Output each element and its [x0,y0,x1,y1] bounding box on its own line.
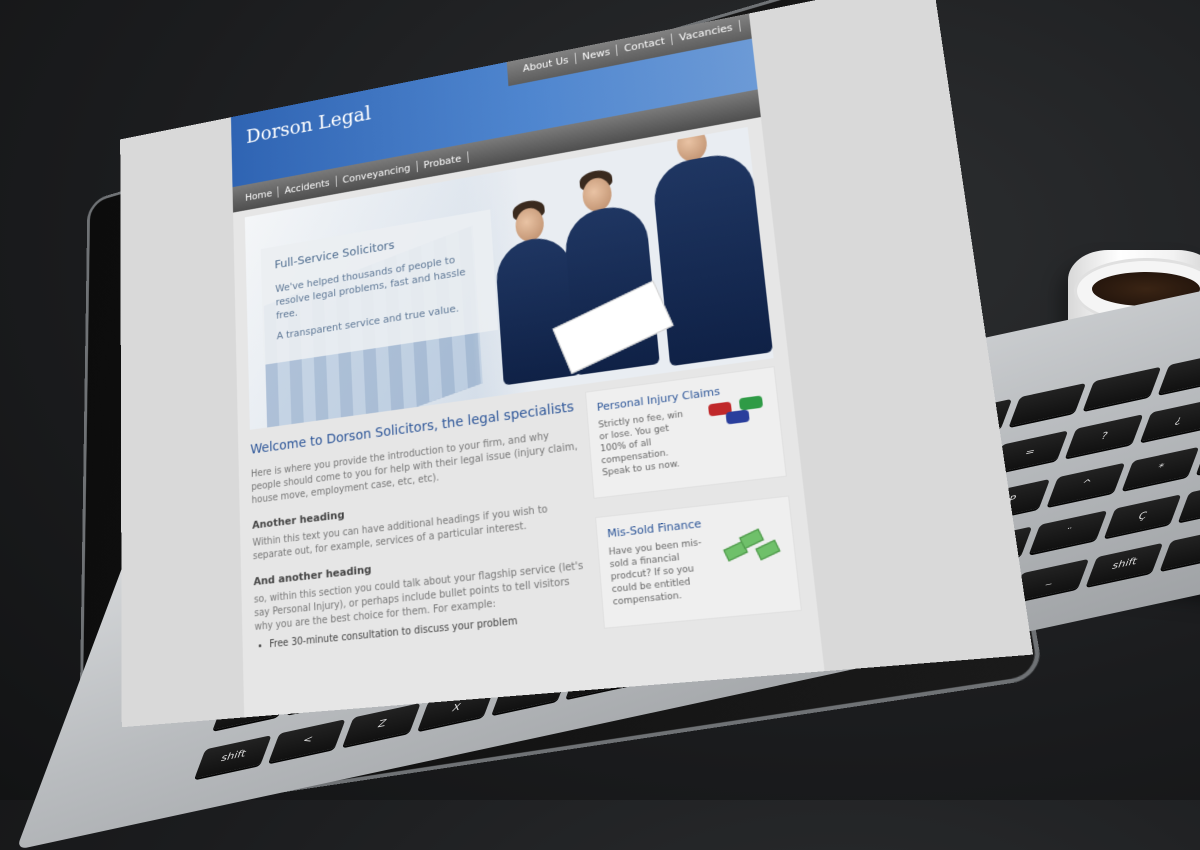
nav-about-us[interactable]: About Us [515,52,577,76]
keyboard-key[interactable]: * [1121,446,1200,491]
toy-cars-icon [703,393,769,437]
personal-injury-text: Strictly no fee, win or lose. You get 10… [598,409,684,479]
keyboard-key[interactable] [1083,366,1161,411]
keyboard-key[interactable]: shift [194,734,272,779]
business-people-photo [462,126,774,399]
money-icon [716,523,784,568]
keyboard-key[interactable]: ¨ [1029,510,1107,554]
keyboard-key[interactable]: ^ [1047,462,1125,507]
keyboard-key[interactable]: Z [343,702,421,747]
keyboard-key[interactable]: < [268,718,347,763]
nav-home[interactable]: Home [239,185,279,205]
laptop-screen: Dorson Legal About Us News Contact Vacan… [120,0,1034,728]
nav-contact[interactable]: Contact [616,32,673,56]
nav-accidents[interactable]: Accidents [278,175,337,197]
keyboard-key[interactable]: Ç [1103,494,1182,538]
personal-injury-box[interactable]: Personal Injury Claims Strictly no fee, … [584,366,787,499]
keyboard-key[interactable] [1177,478,1200,522]
top-nav: About Us News Contact Vacancies [506,8,752,87]
keyboard-key[interactable]: ? [1065,414,1143,459]
webpage: Dorson Legal About Us News Contact Vacan… [230,8,829,728]
nav-news[interactable]: News [575,43,618,64]
mis-sold-finance-text: Have you been mis-sold a financial prodc… [608,537,702,608]
mis-sold-finance-box[interactable]: Mis-Sold Finance Have you been mis-sold … [594,495,803,629]
site-logo[interactable]: Dorson Legal [246,103,372,148]
nav-probate[interactable]: Probate [416,150,469,172]
nav-vacancies[interactable]: Vacancies [671,19,741,45]
keyboard-key[interactable] [1159,526,1200,570]
keyboard-key[interactable]: ¿ [1139,398,1200,443]
keyboard-key[interactable] [1157,350,1200,395]
main-column: Welcome to Dorson Solicitors, the legal … [250,392,605,679]
keyboard-key[interactable] [1009,382,1087,427]
sidebar: Personal Injury Claims Strictly no fee, … [584,366,805,648]
keyboard-key[interactable]: shift [1085,542,1164,586]
